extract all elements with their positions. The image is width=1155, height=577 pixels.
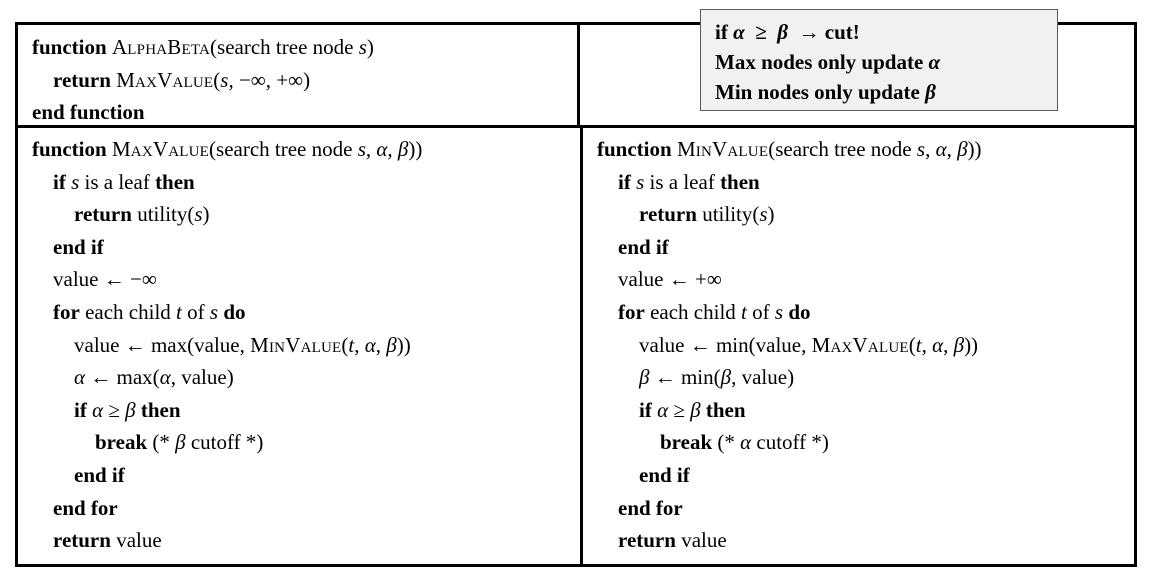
alphabeta-pseudocode: function AlphaBeta(search tree node s) r… — [18, 25, 577, 125]
minvalue-pseudocode: function MinValue(search tree node s, α,… — [583, 128, 1134, 564]
code-line: return value — [53, 528, 162, 553]
code-line: α ← max(α, value) — [74, 365, 234, 390]
code-line: end function — [18, 557, 580, 564]
code-line: return utility(s) — [74, 202, 210, 227]
code-line: for each child t of s do — [53, 299, 246, 324]
code-line: value ← +∞ — [597, 267, 722, 292]
code-line: value ← max(value, MinValue(t, α, β)) — [32, 332, 411, 357]
code-line: for each child t of s do — [618, 299, 811, 324]
code-line: return value — [618, 528, 727, 553]
code-line: function MinValue(search tree node s, α,… — [597, 137, 982, 161]
minvalue-cell: function MinValue(search tree node s, α,… — [580, 128, 1134, 564]
alphabeta-cell: function AlphaBeta(search tree node s) r… — [18, 25, 580, 125]
code-line: β ← min(β, value) — [639, 365, 795, 390]
code-line: value ← −∞ — [32, 267, 157, 292]
maxvalue-pseudocode: function MaxValue(search tree node s, α,… — [18, 128, 580, 564]
callout-line-3: Min nodes only update β — [715, 80, 936, 104]
code-line: end function — [583, 557, 1134, 564]
code-line: if s is a leaf then — [53, 169, 195, 194]
table-row: function MaxValue(search tree node s, α,… — [18, 125, 1134, 564]
code-line: if α ≥ β then — [639, 397, 746, 422]
callout-line-2: Max nodes only update α — [715, 50, 941, 74]
code-line: end for — [618, 495, 683, 520]
code-line: function AlphaBeta(search tree node s) — [32, 35, 374, 59]
code-line: end if — [53, 234, 104, 259]
code-line: if s is a leaf then — [618, 169, 760, 194]
code-line: break (* β cutoff *) — [95, 430, 264, 455]
callout-line-1: if α ≥ β → cut! — [715, 20, 860, 44]
code-line: return utility(s) — [639, 202, 775, 227]
code-line: end if — [618, 234, 669, 259]
code-line: break (* α cutoff *) — [660, 430, 829, 455]
maxvalue-cell: function MaxValue(search tree node s, α,… — [18, 128, 580, 564]
code-line: return MaxValue(s, −∞, +∞) — [53, 67, 311, 92]
code-line: end function — [32, 100, 145, 125]
code-line: value ← min(value, MaxValue(t, α, β)) — [597, 332, 979, 357]
code-line: end if — [74, 462, 125, 487]
code-line: end for — [53, 495, 118, 520]
code-line: end if — [639, 462, 690, 487]
code-line: if α ≥ β then — [74, 397, 181, 422]
code-line: function MaxValue(search tree node s, α,… — [32, 137, 423, 161]
alpha-beta-cut-callout: if α ≥ β → cut! Max nodes only update α … — [700, 9, 1058, 111]
